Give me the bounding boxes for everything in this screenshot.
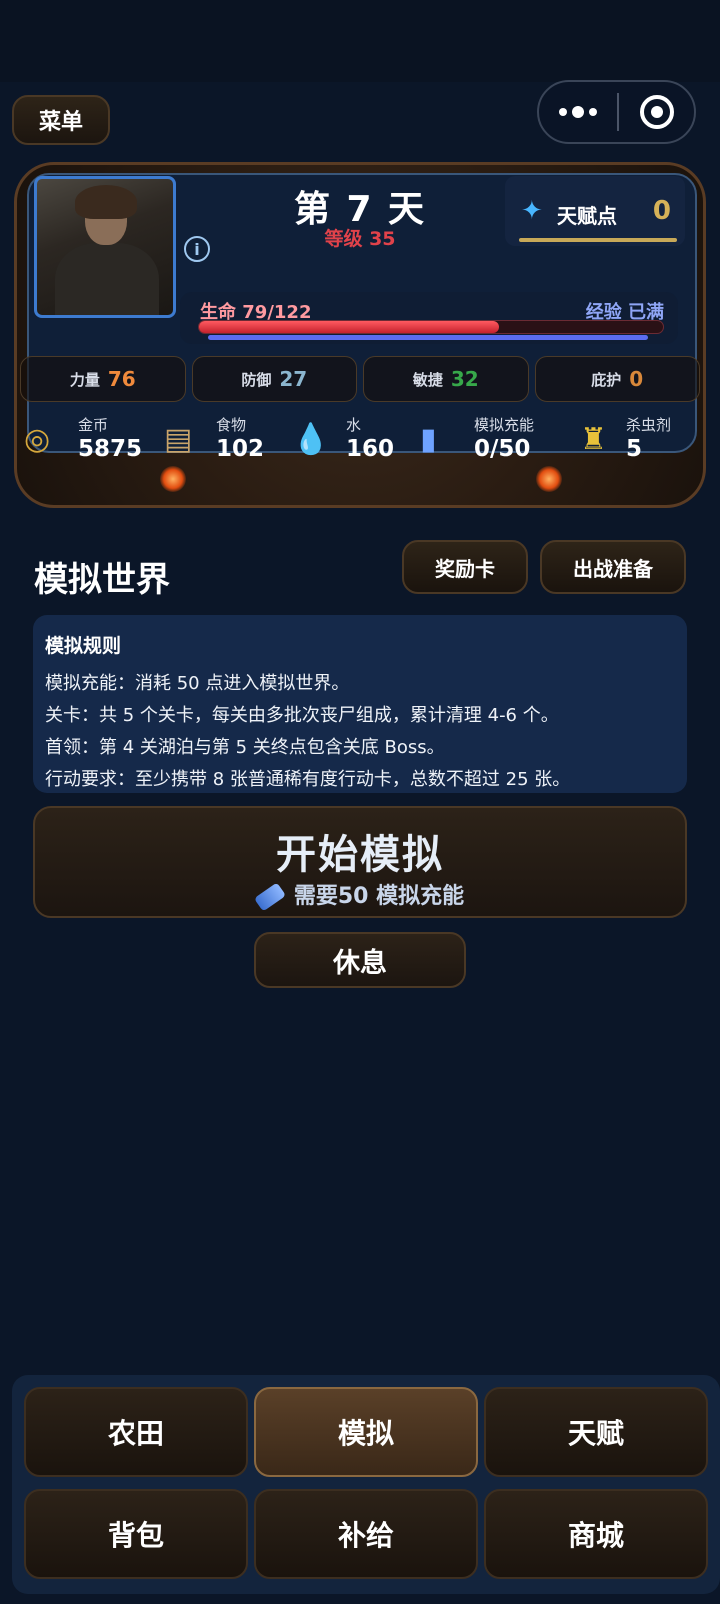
talent-points-box[interactable]: ✦ 天赋点 0 — [505, 176, 685, 246]
hp-bar-fill — [199, 321, 500, 333]
rule-line: 关卡：共 5 个关卡，每关由多批次丧尸组成，累计清理 4-6 个。 — [45, 705, 559, 726]
info-icon[interactable]: i — [184, 236, 210, 262]
stat-shelter: 庇护 0 — [534, 356, 700, 402]
stat-defense: 防御 27 — [191, 356, 357, 402]
miniprogram-capsule — [537, 80, 696, 144]
rule-line: 模拟充能：消耗 50 点进入模拟世界。 — [45, 673, 350, 694]
resource-pesticide: ♜ 杀虫剂 5 — [580, 414, 680, 470]
rule-line: 首领：第 4 关湖泊与第 5 关终点包含关底 Boss。 — [45, 737, 445, 758]
water-icon: 💧 — [292, 422, 330, 457]
status-bar — [0, 0, 720, 82]
stat-label: 力量 — [69, 370, 100, 389]
stat-value: 76 — [107, 367, 136, 391]
stat-label: 敏捷 — [412, 370, 443, 389]
level-label: 等级 35 — [324, 228, 396, 250]
start-label: 开始模拟 — [276, 832, 444, 878]
resource-value: 102 — [216, 436, 265, 462]
hp-bar — [198, 320, 664, 334]
menu-button[interactable]: 菜单 — [12, 95, 110, 145]
avatar[interactable] — [34, 176, 176, 318]
battery-icon: ▮ — [420, 422, 437, 457]
resource-label: 杀虫剂 — [626, 416, 672, 434]
nav-farm[interactable]: 农田 — [24, 1387, 248, 1477]
spray-icon: ♜ — [580, 422, 607, 457]
food-icon: ▤ — [164, 422, 193, 457]
resource-label: 金币 — [78, 416, 109, 434]
resource-label: 水 — [346, 416, 362, 434]
nav-talent[interactable]: 天赋 — [484, 1387, 708, 1477]
resource-label: 食物 — [216, 416, 247, 434]
resource-value: 160 — [346, 436, 395, 462]
panel-lamp — [536, 466, 562, 492]
resource-sim-charge: ▮ 模拟充能 0/50 — [420, 414, 560, 470]
battle-prep-button[interactable]: 出战准备 — [540, 540, 686, 594]
rest-button[interactable]: 休息 — [254, 932, 466, 988]
attribute-row: 力量 76 防御 27 敏捷 32 庇护 0 — [20, 356, 700, 402]
start-requirement: 需要50 模拟充能 — [35, 878, 685, 912]
panel-lamp — [160, 466, 186, 492]
rules-box: 模拟规则 模拟充能：消耗 50 点进入模拟世界。 关卡：共 5 个关卡，每关由多… — [33, 615, 687, 793]
rules-title: 模拟规则 — [45, 635, 122, 657]
section-title: 模拟世界 — [34, 560, 170, 600]
stat-agility: 敏捷 32 — [363, 356, 529, 402]
resource-value: 5 — [626, 436, 643, 462]
rule-line: 行动要求：至少携带 8 张普通稀有度行动卡，总数不超过 25 张。 — [45, 769, 571, 790]
talent-points-label: 天赋点 — [557, 204, 617, 228]
start-requirement-text: 需要50 模拟充能 — [293, 884, 465, 909]
stat-value: 0 — [629, 367, 644, 391]
nav-supply[interactable]: 补给 — [254, 1489, 478, 1579]
close-target-icon[interactable] — [619, 95, 694, 129]
stat-label: 庇护 — [591, 370, 622, 389]
resource-label: 模拟充能 — [474, 416, 535, 434]
more-icon[interactable] — [539, 82, 617, 142]
coins-icon: ◎ — [24, 422, 51, 457]
resource-value: 5875 — [78, 436, 143, 462]
stat-label: 防御 — [241, 370, 272, 389]
resource-value: 0/50 — [474, 436, 531, 462]
stat-strength: 力量 76 — [20, 356, 186, 402]
talent-underline — [519, 238, 677, 242]
talent-points-value: 0 — [652, 196, 671, 226]
resource-coins: ◎ 金币 5875 — [24, 414, 144, 470]
resource-water: 💧 水 160 — [292, 414, 402, 470]
crystal-icon: ✦ — [521, 196, 543, 226]
stat-value: 32 — [450, 367, 479, 391]
bottom-nav: 农田 模拟 天赋 背包 补给 商城 — [12, 1375, 720, 1594]
reward-card-button[interactable]: 奖励卡 — [402, 540, 528, 594]
resource-food: ▤ 食物 102 — [164, 414, 274, 470]
nav-simulate[interactable]: 模拟 — [254, 1387, 478, 1477]
battery-icon — [253, 882, 286, 912]
stat-value: 27 — [279, 367, 308, 391]
start-simulation-button[interactable]: 开始模拟 需要50 模拟充能 — [33, 806, 687, 918]
xp-bar — [208, 335, 648, 340]
nav-backpack[interactable]: 背包 — [24, 1489, 248, 1579]
nav-shop[interactable]: 商城 — [484, 1489, 708, 1579]
